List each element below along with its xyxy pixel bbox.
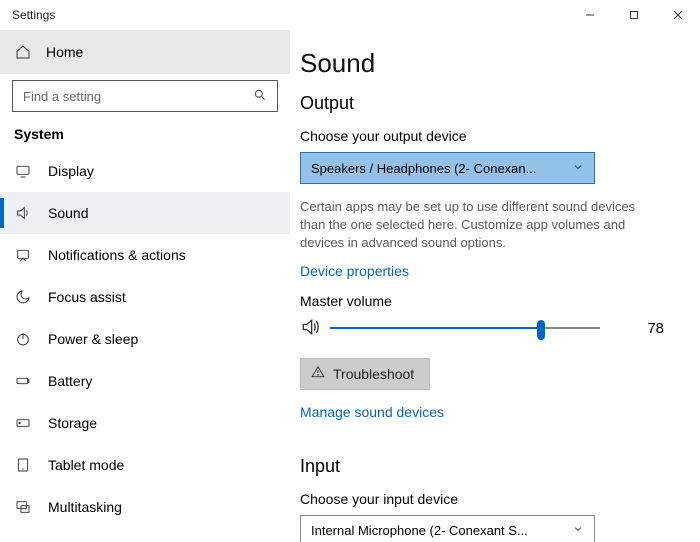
- master-volume-label: Master volume: [300, 293, 670, 309]
- focus-assist-icon: [14, 289, 32, 305]
- master-volume-slider[interactable]: [330, 319, 600, 337]
- sidebar-item-power-sleep[interactable]: Power & sleep: [0, 318, 290, 360]
- sidebar-item-focus-assist[interactable]: Focus assist: [0, 276, 290, 318]
- battery-icon: [14, 373, 32, 389]
- sidebar: Home Find a setting System Display Sound: [0, 30, 290, 542]
- search-input[interactable]: Find a setting: [12, 80, 278, 112]
- home-icon: [14, 44, 32, 60]
- sidebar-home-label: Home: [46, 44, 83, 60]
- speaker-icon[interactable]: [300, 317, 320, 340]
- search-placeholder: Find a setting: [23, 89, 245, 104]
- storage-icon: [14, 415, 32, 431]
- input-device-value: Internal Microphone (2- Conexant S...: [311, 523, 564, 538]
- output-device-dropdown[interactable]: Speakers / Headphones (2- Conexan...: [300, 152, 595, 184]
- troubleshoot-button[interactable]: Troubleshoot: [300, 358, 430, 390]
- sidebar-item-display[interactable]: Display: [0, 150, 290, 192]
- window-title: Settings: [12, 8, 55, 22]
- sidebar-item-label: Storage: [48, 415, 97, 431]
- main-panel: Sound Output Choose your output device S…: [290, 30, 700, 542]
- output-description: Certain apps may be set up to use differ…: [300, 198, 660, 253]
- search-icon: [253, 88, 267, 105]
- sidebar-item-sound[interactable]: Sound: [0, 192, 290, 234]
- minimize-button[interactable]: [568, 0, 612, 30]
- tablet-icon: [14, 457, 32, 473]
- output-choose-label: Choose your output device: [300, 128, 670, 144]
- sidebar-item-label: Display: [48, 163, 94, 179]
- output-device-value: Speakers / Headphones (2- Conexan...: [311, 161, 564, 176]
- chevron-down-icon: [572, 523, 584, 538]
- input-device-dropdown[interactable]: Internal Microphone (2- Conexant S...: [300, 515, 595, 542]
- multitasking-icon: [14, 499, 32, 515]
- device-properties-link[interactable]: Device properties: [300, 263, 409, 279]
- sidebar-item-tablet-mode[interactable]: Tablet mode: [0, 444, 290, 486]
- sidebar-item-notifications[interactable]: Notifications & actions: [0, 234, 290, 276]
- sidebar-item-label: Multitasking: [48, 499, 122, 515]
- sidebar-item-storage[interactable]: Storage: [0, 402, 290, 444]
- sidebar-item-label: Sound: [48, 205, 88, 221]
- sidebar-item-label: Tablet mode: [48, 457, 124, 473]
- warning-icon: [311, 365, 325, 382]
- sidebar-item-label: Focus assist: [48, 289, 126, 305]
- input-choose-label: Choose your input device: [300, 491, 670, 507]
- display-icon: [14, 163, 32, 179]
- notifications-icon: [14, 247, 32, 263]
- close-button[interactable]: [656, 0, 700, 30]
- chevron-down-icon: [572, 161, 584, 176]
- sidebar-section: System: [0, 122, 290, 150]
- sidebar-item-multitasking[interactable]: Multitasking: [0, 486, 290, 528]
- sidebar-home[interactable]: Home: [0, 30, 290, 74]
- title-bar: Settings: [0, 0, 700, 30]
- page-title: Sound: [300, 48, 670, 79]
- sound-icon: [14, 205, 32, 221]
- slider-thumb[interactable]: [537, 320, 545, 340]
- output-heading: Output: [300, 93, 670, 114]
- power-icon: [14, 331, 32, 347]
- manage-sound-devices-link[interactable]: Manage sound devices: [300, 404, 444, 420]
- sidebar-item-label: Power & sleep: [48, 331, 138, 347]
- sidebar-item-label: Battery: [48, 373, 92, 389]
- sidebar-item-battery[interactable]: Battery: [0, 360, 290, 402]
- maximize-button[interactable]: [612, 0, 656, 30]
- sidebar-item-label: Notifications & actions: [48, 247, 186, 263]
- troubleshoot-label: Troubleshoot: [333, 366, 414, 382]
- input-heading: Input: [300, 456, 670, 477]
- master-volume-value: 78: [647, 320, 664, 337]
